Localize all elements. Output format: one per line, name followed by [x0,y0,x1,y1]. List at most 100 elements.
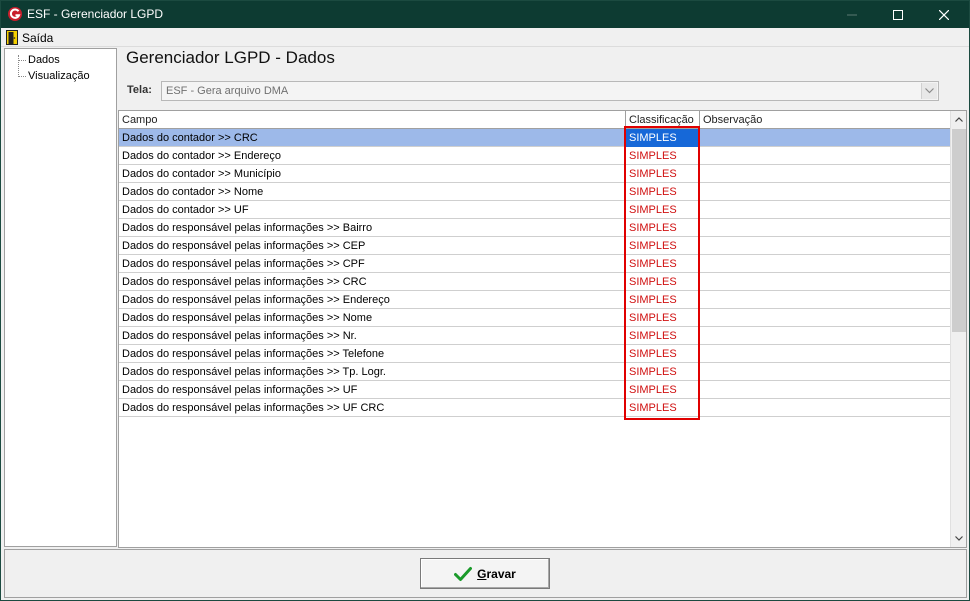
grid-header: Campo Classificação Observação [119,111,950,129]
cell-observacao[interactable] [700,183,950,201]
cell-classificacao[interactable]: SIMPLES [626,381,700,399]
cell-campo[interactable]: Dados do responsável pelas informações >… [119,399,626,417]
cell-campo[interactable]: Dados do responsável pelas informações >… [119,255,626,273]
cell-campo[interactable]: Dados do contador >> Município [119,165,626,183]
column-header-campo[interactable]: Campo [119,111,626,129]
cell-classificacao[interactable]: SIMPLES [626,363,700,381]
maximize-button[interactable] [875,1,921,28]
minimize-button[interactable] [829,1,875,28]
table-row[interactable]: Dados do contador >> Endereço SIMPLES [119,147,950,165]
table-row[interactable]: Dados do responsável pelas informações >… [119,291,950,309]
cell-classificacao[interactable]: SIMPLES [626,291,700,309]
column-header-observacao[interactable]: Observação [700,111,950,129]
cell-classificacao[interactable]: SIMPLES [626,345,700,363]
cell-classificacao[interactable]: SIMPLES [626,201,700,219]
cell-campo[interactable]: Dados do responsável pelas informações >… [119,381,626,399]
cell-classificacao[interactable]: SIMPLES [626,273,700,291]
cell-classificacao[interactable]: SIMPLES [626,255,700,273]
cell-campo[interactable]: Dados do contador >> CRC [119,129,626,147]
tela-select[interactable]: ESF - Gera arquivo DMA [161,81,939,101]
tela-label: Tela: [127,84,152,96]
table-row[interactable]: Dados do contador >> CRC SIMPLES [119,129,950,147]
cell-observacao[interactable] [700,219,950,237]
cell-observacao[interactable] [700,309,950,327]
tela-selected-value: ESF - Gera arquivo DMA [166,85,289,97]
column-header-classificacao[interactable]: Classificação [626,111,700,129]
cell-classificacao[interactable]: SIMPLES [626,165,700,183]
cell-campo[interactable]: Dados do responsável pelas informações >… [119,327,626,345]
table-row[interactable]: Dados do responsável pelas informações >… [119,309,950,327]
cell-observacao[interactable] [700,147,950,165]
cell-observacao[interactable] [700,345,950,363]
cell-observacao[interactable] [700,399,950,417]
app-logo-icon [8,7,22,21]
cell-observacao[interactable] [700,363,950,381]
gravar-label: ravar [486,566,516,581]
cell-observacao[interactable] [700,381,950,399]
cell-campo[interactable]: Dados do responsável pelas informações >… [119,237,626,255]
cell-observacao[interactable] [700,129,950,147]
cell-observacao[interactable] [700,273,950,291]
cell-observacao[interactable] [700,327,950,345]
cell-campo[interactable]: Dados do contador >> Endereço [119,147,626,165]
scroll-up-button[interactable] [951,111,966,128]
minimize-icon [847,14,857,15]
maximize-icon [893,9,903,20]
cell-observacao[interactable] [700,291,950,309]
scroll-down-button[interactable] [951,530,966,547]
cell-classificacao[interactable]: SIMPLES [626,399,700,417]
cell-observacao[interactable] [700,201,950,219]
menu-item-saida[interactable]: Saída [3,29,56,46]
table-row[interactable]: Dados do responsável pelas informações >… [119,399,950,417]
title-bar[interactable]: ESF - Gerenciador LGPD [1,1,969,28]
vertical-scrollbar[interactable] [950,111,966,547]
table-row[interactable]: Dados do responsável pelas informações >… [119,381,950,399]
cell-campo[interactable]: Dados do responsável pelas informações >… [119,345,626,363]
grid-body: Dados do contador >> CRC SIMPLES Dados do … [119,129,950,417]
cell-campo[interactable]: Dados do responsável pelas informações >… [119,363,626,381]
table-row[interactable]: Dados do responsável pelas informações >… [119,345,950,363]
checkmark-icon [454,566,473,581]
cell-classificacao[interactable]: SIMPLES [626,147,700,165]
table-row[interactable]: Dados do responsável pelas informações >… [119,219,950,237]
cell-classificacao[interactable]: SIMPLES [626,129,700,147]
footer-panel: Gravar [4,549,967,598]
cell-classificacao[interactable]: SIMPLES [626,183,700,201]
close-button[interactable] [921,1,967,28]
table-row[interactable]: Dados do responsável pelas informações >… [119,363,950,381]
chevron-down-icon [955,536,963,541]
chevron-up-icon [955,117,963,122]
tree-item-dados[interactable]: Dados [28,54,60,66]
menu-bar: Saída [1,28,969,47]
scroll-thumb[interactable] [952,129,966,332]
tree-item-visualizacao[interactable]: Visualização [28,70,90,82]
menu-label-saida: Saída [22,30,54,45]
table-row[interactable]: Dados do contador >> Nome SIMPLES [119,183,950,201]
cell-observacao[interactable] [700,165,950,183]
cell-campo[interactable]: Dados do responsável pelas informações >… [119,273,626,291]
exit-door-icon [6,30,18,45]
table-row[interactable]: Dados do responsável pelas informações >… [119,327,950,345]
cell-campo[interactable]: Dados do responsável pelas informações >… [119,309,626,327]
tree-connector [18,76,26,77]
cell-classificacao[interactable]: SIMPLES [626,327,700,345]
cell-campo[interactable]: Dados do responsável pelas informações >… [119,291,626,309]
cell-campo[interactable]: Dados do contador >> Nome [119,183,626,201]
table-row[interactable]: Dados do responsável pelas informações >… [119,255,950,273]
cell-campo[interactable]: Dados do contador >> UF [119,201,626,219]
dropdown-arrow-button[interactable] [921,83,937,99]
table-row[interactable]: Dados do contador >> UF SIMPLES [119,201,950,219]
tree-connector [18,55,19,77]
app-window: ESF - Gerenciador LGPD Saída Dados Visua… [0,0,970,601]
cell-observacao[interactable] [700,237,950,255]
cell-classificacao[interactable]: SIMPLES [626,219,700,237]
cell-campo[interactable]: Dados do responsável pelas informações >… [119,219,626,237]
cell-observacao[interactable] [700,255,950,273]
window-title: ESF - Gerenciador LGPD [27,7,164,21]
table-row[interactable]: Dados do responsável pelas informações >… [119,273,950,291]
gravar-button[interactable]: Gravar [420,558,550,589]
table-row[interactable]: Dados do contador >> Município SIMPLES [119,165,950,183]
cell-classificacao[interactable]: SIMPLES [626,309,700,327]
table-row[interactable]: Dados do responsável pelas informações >… [119,237,950,255]
cell-classificacao[interactable]: SIMPLES [626,237,700,255]
